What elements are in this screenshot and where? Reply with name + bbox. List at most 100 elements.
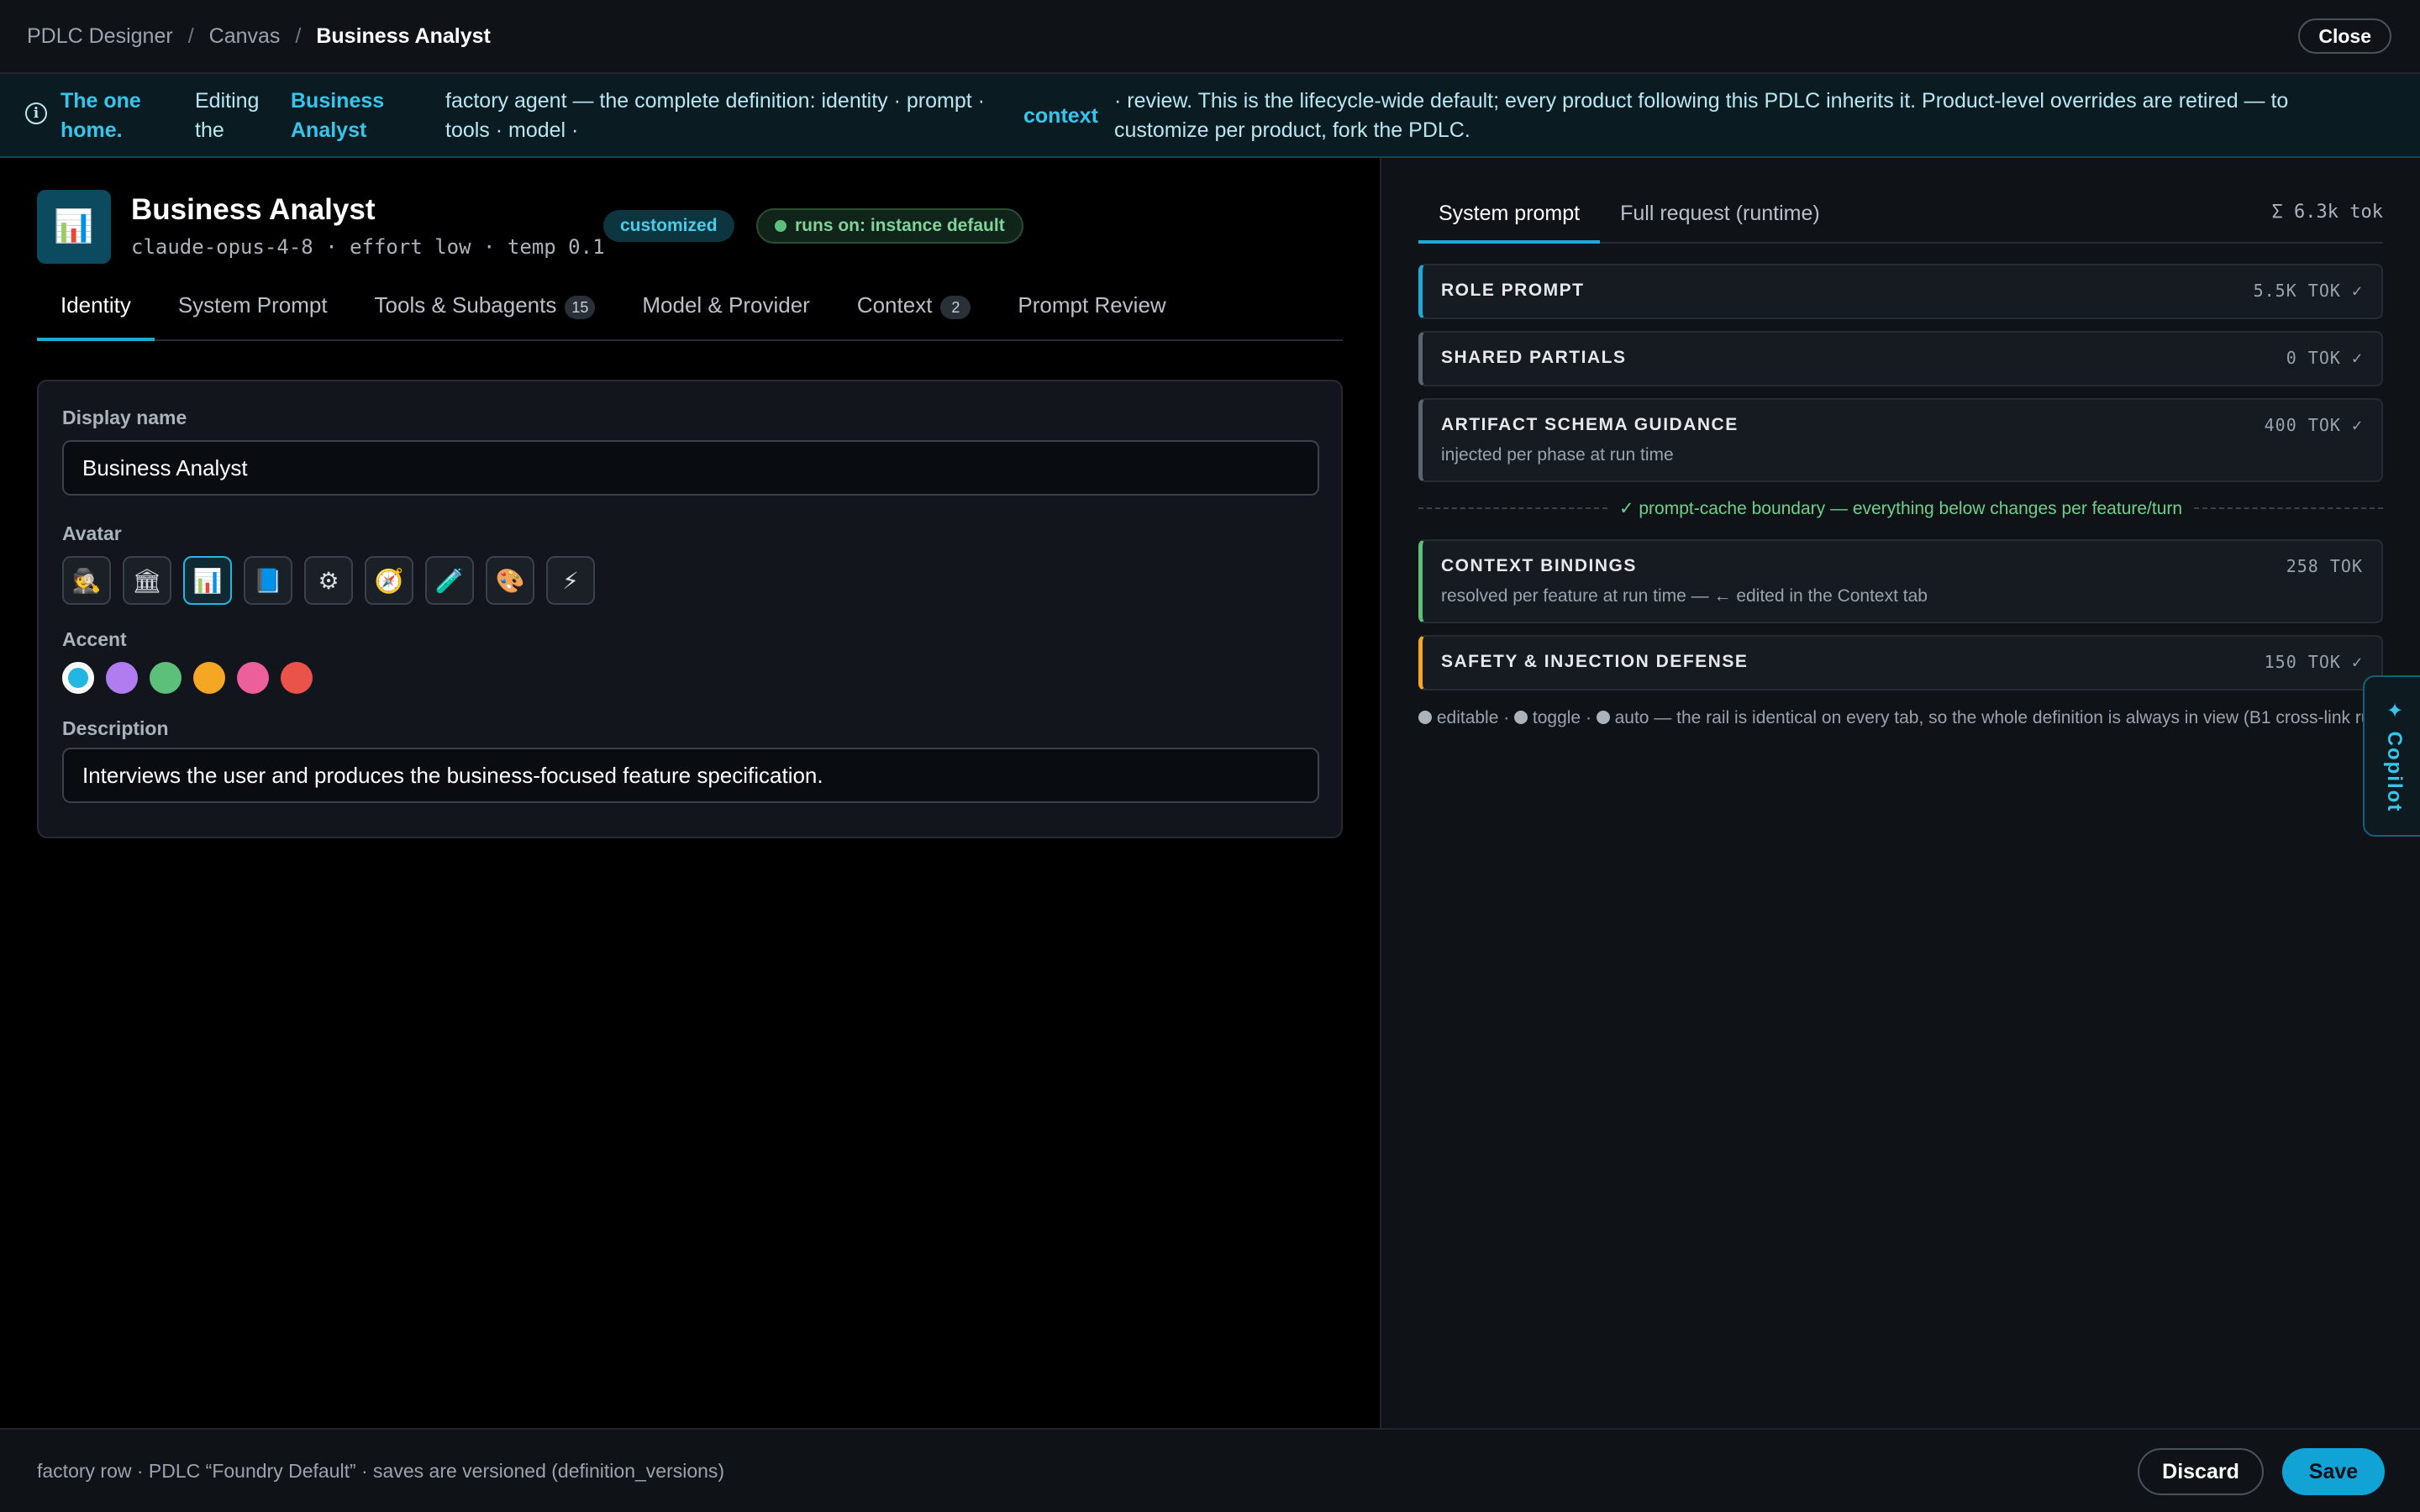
avatar-option-compass-icon[interactable]: 🧭 (365, 556, 413, 605)
avatar-option-test-tube-icon[interactable]: 🧪 (425, 556, 474, 605)
token-total: Σ 6.3k tok (2271, 202, 2383, 223)
accent-swatch-pink[interactable] (237, 662, 269, 694)
auto-dot-icon (1596, 711, 1610, 724)
cache-boundary: ✓ prompt-cache boundary — everything bel… (1418, 496, 2384, 521)
tab-prompt-review[interactable]: Prompt Review (994, 292, 1189, 341)
tab-full-request[interactable]: Full request (runtime) (1600, 195, 1840, 244)
avatar-option-detective-icon[interactable]: 🕵 (62, 556, 111, 605)
agent-model-meta: claude-opus-4-8 · effort low · temp 0.1 (131, 235, 605, 259)
accent-swatch-cyan[interactable] (62, 662, 94, 694)
tab-label: Identity (60, 292, 131, 318)
prompt-rail: System prompt Full request (runtime) Σ 6… (1381, 158, 2420, 1428)
accent-picker (62, 662, 313, 694)
accent-swatch-red[interactable] (281, 662, 313, 694)
copilot-label: ✦ Copilot (2383, 699, 2406, 813)
boundary-label: ✓ prompt-cache boundary — everything bel… (1618, 498, 2183, 518)
breadcrumb-item[interactable]: PDLC Designer (27, 24, 173, 49)
avatar-option-chart-icon[interactable]: 📊 (183, 556, 232, 605)
tab-system-prompt[interactable]: System Prompt (155, 292, 351, 341)
tab-tools-subagents[interactable]: Tools & Subagents 15 (351, 292, 619, 341)
tab-context[interactable]: Context 2 (834, 292, 995, 341)
section-subtitle: injected per phase at run time (1441, 445, 1674, 465)
editor-tabs: Identity System Prompt Tools & Subagents… (37, 292, 1343, 341)
tab-label: Model & Provider (642, 292, 810, 318)
avatar-option-lightning-icon[interactable]: ⚡ (546, 556, 595, 605)
section-safety-defense[interactable]: SAFETY & INJECTION DEFENSE 150 TOK ✓ (1418, 635, 2383, 690)
section-tokens: 150 TOK ✓ (2264, 652, 2363, 672)
display-name-input[interactable] (62, 440, 1319, 496)
runs-on-label: runs on: instance default (795, 216, 1005, 235)
legend-toggle: toggle · (1528, 708, 1597, 727)
top-bar: PDLC Designer / Canvas / Business Analys… (0, 0, 2420, 74)
info-banner: i The one home. Editing the Business Ana… (0, 74, 2420, 158)
legend-editable: editable · (1432, 708, 1515, 727)
editable-dot-icon (1418, 711, 1432, 724)
accent-swatch-purple[interactable] (106, 662, 138, 694)
toggle-dot-icon (1514, 711, 1528, 724)
footer-note: factory row · PDLC “Foundry Default” · s… (37, 1460, 725, 1482)
accent-swatch-green[interactable] (150, 662, 182, 694)
tab-count-badge: 2 (940, 296, 971, 319)
identity-card: Display name Avatar 🕵 🏛 📊 📘 ⚙ 🧭 🧪 🎨 ⚡ Ac… (37, 380, 1343, 838)
description-input[interactable] (62, 748, 1319, 803)
avatar-option-bank-icon[interactable]: 🏛 (123, 556, 171, 605)
section-shared-partials[interactable]: SHARED PARTIALS 0 TOK ✓ (1418, 331, 2383, 386)
boundary-line (2194, 507, 2384, 509)
customized-badge: customized (603, 210, 734, 242)
tab-label: Context (856, 292, 933, 318)
section-artifact-schema[interactable]: ARTIFACT SCHEMA GUIDANCE 400 TOK ✓ injec… (1418, 398, 2383, 482)
section-title: ROLE PROMPT (1441, 281, 1585, 300)
section-tokens: 258 TOK (2286, 556, 2363, 576)
banner-text-1: factory agent — the complete definition:… (445, 89, 985, 142)
editor-panel: 📊 Business Analyst claude-opus-4-8 · eff… (0, 158, 1380, 1428)
section-title: SAFETY & INJECTION DEFENSE (1441, 652, 1749, 671)
banner-strong: The one home. (60, 89, 141, 142)
section-title: ARTIFACT SCHEMA GUIDANCE (1441, 415, 1739, 434)
banner-editing: Editing the (195, 89, 260, 142)
breadcrumb: PDLC Designer / Canvas / Business Analys… (27, 24, 491, 49)
breadcrumb-separator: / (295, 24, 302, 48)
tab-label: System Prompt (177, 292, 328, 318)
discard-button[interactable]: Discard (2138, 1448, 2264, 1495)
legend-auto: auto — the rail is identical on every ta… (1609, 708, 2396, 727)
agent-avatar: 📊 (37, 190, 111, 264)
display-name-label: Display name (62, 407, 187, 428)
save-button[interactable]: Save (2282, 1448, 2385, 1495)
copilot-tab[interactable]: ✦ Copilot (2363, 675, 2420, 837)
section-title: SHARED PARTIALS (1441, 348, 1627, 367)
section-title: CONTEXT BINDINGS (1441, 556, 1637, 575)
breadcrumb-current: Business Analyst (316, 24, 491, 48)
tab-model-provider[interactable]: Model & Provider (618, 292, 833, 341)
avatar-option-palette-icon[interactable]: 🎨 (486, 556, 534, 605)
accent-swatch-orange[interactable] (193, 662, 225, 694)
boundary-line (1418, 507, 1607, 509)
avatar-option-book-icon[interactable]: 📘 (244, 556, 292, 605)
footer-bar: factory row · PDLC “Foundry Default” · s… (0, 1428, 2420, 1512)
tab-count-badge: 15 (565, 296, 596, 319)
rail-legend: editable · toggle · auto — the rail is i… (1418, 706, 2410, 731)
section-tokens: 0 TOK ✓ (2286, 348, 2363, 368)
avatar-option-gear-icon[interactable]: ⚙ (304, 556, 353, 605)
accent-label: Accent (62, 628, 127, 650)
avatar-label: Avatar (62, 522, 122, 544)
breadcrumb-separator: / (187, 24, 194, 48)
rail-tabs: System prompt Full request (runtime) (1418, 195, 2383, 244)
banner-context-link[interactable]: context (1023, 102, 1098, 131)
tab-identity[interactable]: Identity (37, 292, 155, 341)
agent-name: Business Analyst (131, 193, 376, 226)
section-context-bindings[interactable]: CONTEXT BINDINGS 258 TOK resolved per fe… (1418, 539, 2383, 623)
section-role-prompt[interactable]: ROLE PROMPT 5.5K TOK ✓ (1418, 264, 2383, 319)
banner-agent: Business Analyst (291, 89, 385, 142)
runs-on-badge: runs on: instance default (756, 208, 1023, 244)
section-tokens: 5.5K TOK ✓ (2253, 281, 2363, 301)
description-label: Description (62, 717, 169, 739)
banner-text-2: · review. This is the lifecycle-wide def… (1114, 89, 2289, 142)
section-tokens: 400 TOK ✓ (2264, 415, 2363, 435)
close-button[interactable]: Close (2298, 18, 2391, 54)
tab-label: Tools & Subagents (374, 292, 557, 318)
status-dot (775, 220, 786, 232)
tab-system-prompt-rail[interactable]: System prompt (1418, 195, 1601, 244)
breadcrumb-item[interactable]: Canvas (209, 24, 281, 49)
section-subtitle: resolved per feature at run time — ← edi… (1441, 586, 1928, 606)
avatar-picker: 🕵 🏛 📊 📘 ⚙ 🧭 🧪 🎨 ⚡ (62, 556, 595, 605)
